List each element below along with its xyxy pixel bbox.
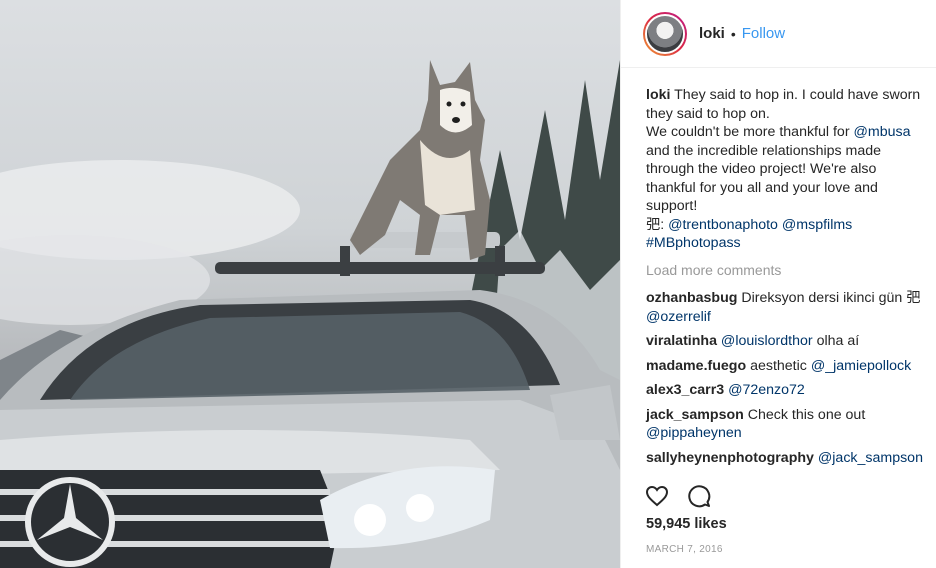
- mention-link[interactable]: @louislordthor: [721, 333, 813, 349]
- husky-on-car-photo: [0, 60, 620, 568]
- caption-line: We couldn't be more thankful for: [646, 124, 854, 140]
- list-item: jack_sampson Check this one out @pippahe…: [646, 406, 931, 443]
- list-item: ozhanbasbug Direksyon dersi ikinci gün 弝…: [646, 289, 931, 326]
- caption-line: through the video project! We're also: [646, 161, 877, 177]
- caption-line: They said to hop in. I could have sworn: [674, 87, 921, 103]
- post-header: loki • Follow: [621, 0, 936, 68]
- comment-text: aesthetic: [750, 357, 807, 374]
- follow-button[interactable]: Follow: [742, 25, 785, 42]
- post-date: MARCH 7, 2016: [646, 544, 723, 555]
- mention-link[interactable]: @mbusa: [854, 124, 911, 140]
- comment-username[interactable]: sallyheynenphotography: [646, 450, 814, 466]
- caption-username[interactable]: loki: [646, 87, 670, 103]
- post-side-panel: loki • Follow loki They said to hop in. …: [620, 0, 936, 568]
- mention-link[interactable]: @jack_sampson: [818, 450, 923, 466]
- list-item: madame.fuego aesthetic @_jamiepollock: [646, 357, 931, 376]
- caption-line: they said to hop on.: [646, 105, 770, 122]
- action-bar: [645, 484, 711, 508]
- caption-line: thankful for you all and your love and: [646, 179, 878, 196]
- load-more-comments[interactable]: Load more comments: [646, 261, 931, 280]
- mention-link[interactable]: @pippaheynen: [646, 425, 742, 441]
- comment-text: Direksyon dersi ikinci gün 弝: [741, 290, 921, 306]
- caption-line: support!: [646, 198, 698, 214]
- comment-username[interactable]: viralatinha: [646, 333, 717, 349]
- mention-link[interactable]: @mspfilms: [782, 217, 852, 233]
- credit-prefix: 弝:: [646, 216, 669, 233]
- list-item: alex3_carr3 @72enzo72: [646, 381, 931, 400]
- list-item: viralatinha @louislordthor olha aí: [646, 332, 931, 351]
- post-photo[interactable]: [0, 0, 620, 568]
- comment-text: olha aí: [816, 333, 860, 349]
- mention-link[interactable]: @72enzo72: [728, 382, 805, 398]
- mention-link[interactable]: @ozerrelif: [646, 309, 711, 325]
- comment-text: Check this one out: [747, 406, 866, 423]
- comment-username[interactable]: ozhanbasbug: [646, 290, 737, 306]
- list-item: sallyheynenphotography @jack_sampson: [646, 449, 931, 468]
- like-count[interactable]: 59,945 likes: [646, 516, 727, 532]
- caption: loki They said to hop in. I could have s…: [646, 86, 931, 253]
- heart-icon[interactable]: [645, 484, 669, 508]
- caption-line: and the incredible relationships made: [646, 142, 882, 159]
- separator-dot: •: [730, 25, 736, 42]
- mention-link[interactable]: @_jamiepollock: [811, 358, 911, 374]
- comments-list: loki They said to hop in. I could have s…: [646, 86, 931, 473]
- comment-username[interactable]: alex3_carr3: [646, 382, 724, 398]
- avatar[interactable]: [643, 11, 687, 56]
- comment-icon[interactable]: [687, 484, 711, 508]
- mention-link[interactable]: @trentbonaphoto: [668, 217, 778, 233]
- hashtag-link[interactable]: #MBphotopass: [646, 235, 741, 251]
- comment-username[interactable]: jack_sampson: [646, 407, 744, 423]
- comment-username[interactable]: madame.fuego: [646, 358, 746, 374]
- header-username[interactable]: loki: [699, 25, 725, 42]
